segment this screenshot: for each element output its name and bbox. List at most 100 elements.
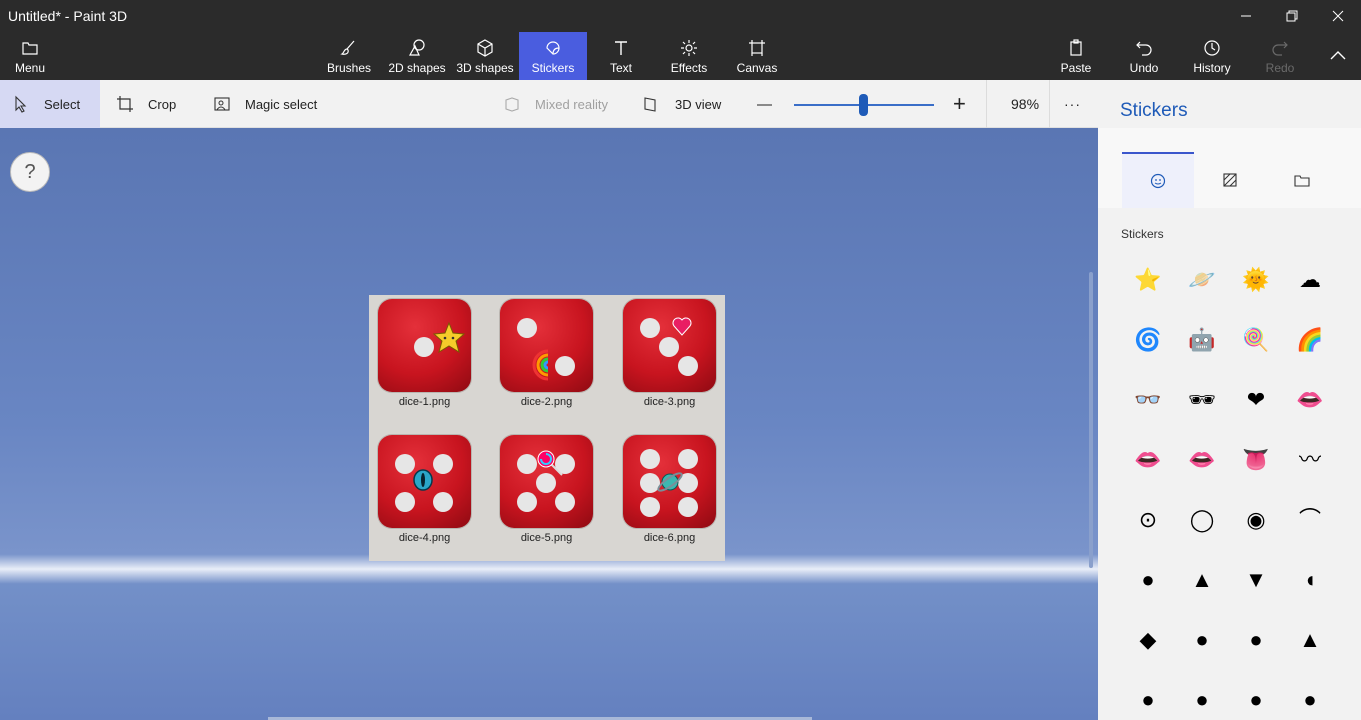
- 3d-shapes-icon: [477, 39, 493, 57]
- tool-effects[interactable]: Effects: [662, 32, 716, 80]
- sticker-item[interactable]: 👅: [1241, 445, 1271, 475]
- history-label: History: [1193, 61, 1231, 75]
- die-pip: [395, 492, 415, 512]
- history-button[interactable]: History: [1186, 32, 1238, 80]
- tab-stickers[interactable]: [1122, 152, 1194, 208]
- select-label: Select: [44, 96, 81, 112]
- sticker-item[interactable]: 👄: [1295, 385, 1325, 415]
- sticker-item[interactable]: 🌀: [1133, 325, 1163, 355]
- die-pip: [640, 497, 660, 517]
- help-button[interactable]: ?: [10, 152, 50, 192]
- stickers-panel: Stickers Stickers ⭐ 🪐 🌞 ☁ 🌀 🤖 🍭 🌈 👓 🕶 ❤ 👄 👄 👄 👅 〰 ⊙ ◯ ◉ ⌒ ● ▲…: [1098, 80, 1361, 720]
- die-pip: [640, 449, 660, 469]
- tool-text[interactable]: Text: [596, 32, 646, 80]
- sticker-item[interactable]: ◯: [1187, 505, 1217, 535]
- vertical-scrollbar[interactable]: [1089, 272, 1093, 568]
- sticker-item[interactable]: ⭐: [1133, 265, 1163, 295]
- die-label: dice-1.png: [398, 396, 451, 408]
- die-pip: [517, 318, 537, 338]
- tool-canvas[interactable]: Canvas: [730, 32, 784, 80]
- minus-icon: —: [757, 95, 772, 113]
- menu-button[interactable]: Menu: [0, 32, 60, 80]
- paste-icon: [1070, 39, 1082, 56]
- sticker-item[interactable]: 🌞: [1241, 265, 1271, 295]
- sticker-item[interactable]: ◉: [1241, 505, 1271, 535]
- crop-tool[interactable]: Crop: [116, 80, 196, 128]
- sticker-item[interactable]: 🕶: [1187, 385, 1217, 415]
- die-image[interactable]: [378, 435, 471, 528]
- die-image[interactable]: [500, 435, 593, 528]
- sticker-item[interactable]: ⌒: [1295, 505, 1325, 535]
- die-pip: [517, 454, 537, 474]
- die-image[interactable]: [500, 299, 593, 392]
- close-button[interactable]: [1315, 0, 1361, 32]
- die-image[interactable]: [623, 435, 716, 528]
- magic-select-tool[interactable]: Magic select: [213, 80, 333, 128]
- sticker-item[interactable]: ●: [1241, 625, 1271, 655]
- die-image[interactable]: [623, 299, 716, 392]
- zoom-level[interactable]: 98%: [1011, 80, 1041, 128]
- mixed-reality-tool[interactable]: Mixed reality: [503, 80, 623, 128]
- sticker-item[interactable]: 🤖: [1187, 325, 1217, 355]
- sticker-item[interactable]: ◖: [1295, 565, 1325, 595]
- die-pip: [433, 492, 453, 512]
- sticker-item[interactable]: 👄: [1133, 445, 1163, 475]
- tool-label: Brushes: [326, 61, 372, 75]
- paste-button[interactable]: Paste: [1053, 32, 1099, 80]
- sticker-item[interactable]: ☁: [1295, 265, 1325, 295]
- lollipop-icon: [537, 450, 563, 476]
- zoom-out-button[interactable]: —: [757, 80, 777, 128]
- tool-2d-shapes[interactable]: 2D shapes: [384, 32, 450, 80]
- more-options-button[interactable]: ···: [1064, 80, 1086, 128]
- select-tool[interactable]: Select: [0, 80, 100, 128]
- sticker-item[interactable]: ●: [1187, 685, 1217, 715]
- tool-3d-shapes[interactable]: 3D shapes: [452, 32, 518, 80]
- star-icon: [432, 321, 466, 354]
- cursor-icon: [15, 95, 27, 113]
- crop-icon: [117, 96, 133, 112]
- die-label: dice-6.png: [643, 532, 696, 544]
- minimize-button[interactable]: [1223, 0, 1269, 32]
- tab-textures[interactable]: [1194, 152, 1266, 208]
- sticker-item[interactable]: ●: [1187, 625, 1217, 655]
- sticker-item[interactable]: ⊙: [1133, 505, 1163, 535]
- sticker-item[interactable]: ●: [1133, 565, 1163, 595]
- sticker-item[interactable]: 🪐: [1187, 265, 1217, 295]
- tab-custom-sticker[interactable]: [1266, 152, 1338, 208]
- sticker-item[interactable]: 🌈: [1295, 325, 1325, 355]
- zoom-slider-thumb[interactable]: [858, 94, 868, 116]
- sticker-item[interactable]: ●: [1133, 685, 1163, 715]
- zoom-in-button[interactable]: +: [953, 80, 973, 128]
- menu-label: Menu: [14, 61, 46, 75]
- sticker-item[interactable]: 👄: [1187, 445, 1217, 475]
- sticker-item[interactable]: ▲: [1295, 625, 1325, 655]
- die-pip: [433, 454, 453, 474]
- die-image[interactable]: [378, 299, 471, 392]
- sticker-item[interactable]: ◆: [1133, 625, 1163, 655]
- restore-button[interactable]: [1269, 0, 1315, 32]
- sticker-item[interactable]: ●: [1241, 685, 1271, 715]
- redo-button[interactable]: Redo: [1258, 32, 1302, 80]
- die-label: dice-5.png: [520, 532, 573, 544]
- sticker-item[interactable]: 👓: [1133, 385, 1163, 415]
- die-pip: [640, 318, 660, 338]
- tool-stickers[interactable]: Stickers: [519, 32, 587, 80]
- die-pip: [678, 449, 698, 469]
- mixed-reality-label: Mixed reality: [535, 96, 608, 112]
- sticker-item[interactable]: 〰: [1295, 445, 1325, 475]
- collapse-ribbon-button[interactable]: [1318, 32, 1358, 80]
- sticker-item[interactable]: 🍭: [1241, 325, 1271, 355]
- tool-brushes[interactable]: Brushes: [318, 32, 380, 80]
- sticker-item[interactable]: ▼: [1241, 565, 1271, 595]
- 3d-view-toggle[interactable]: 3D view: [643, 80, 733, 128]
- cat-eye-icon: [413, 469, 433, 491]
- effects-icon: [681, 40, 697, 56]
- sticker-item[interactable]: ❤: [1241, 385, 1271, 415]
- die-pip: [555, 492, 575, 512]
- plus-icon: +: [953, 91, 966, 116]
- undo-label: Undo: [1129, 61, 1159, 75]
- sticker-item[interactable]: ▲: [1187, 565, 1217, 595]
- undo-button[interactable]: Undo: [1121, 32, 1167, 80]
- sticker-item[interactable]: ●: [1295, 685, 1325, 715]
- drawing-canvas[interactable]: dice-1.png dice-2.png dice-3.png dice-4.…: [369, 295, 725, 561]
